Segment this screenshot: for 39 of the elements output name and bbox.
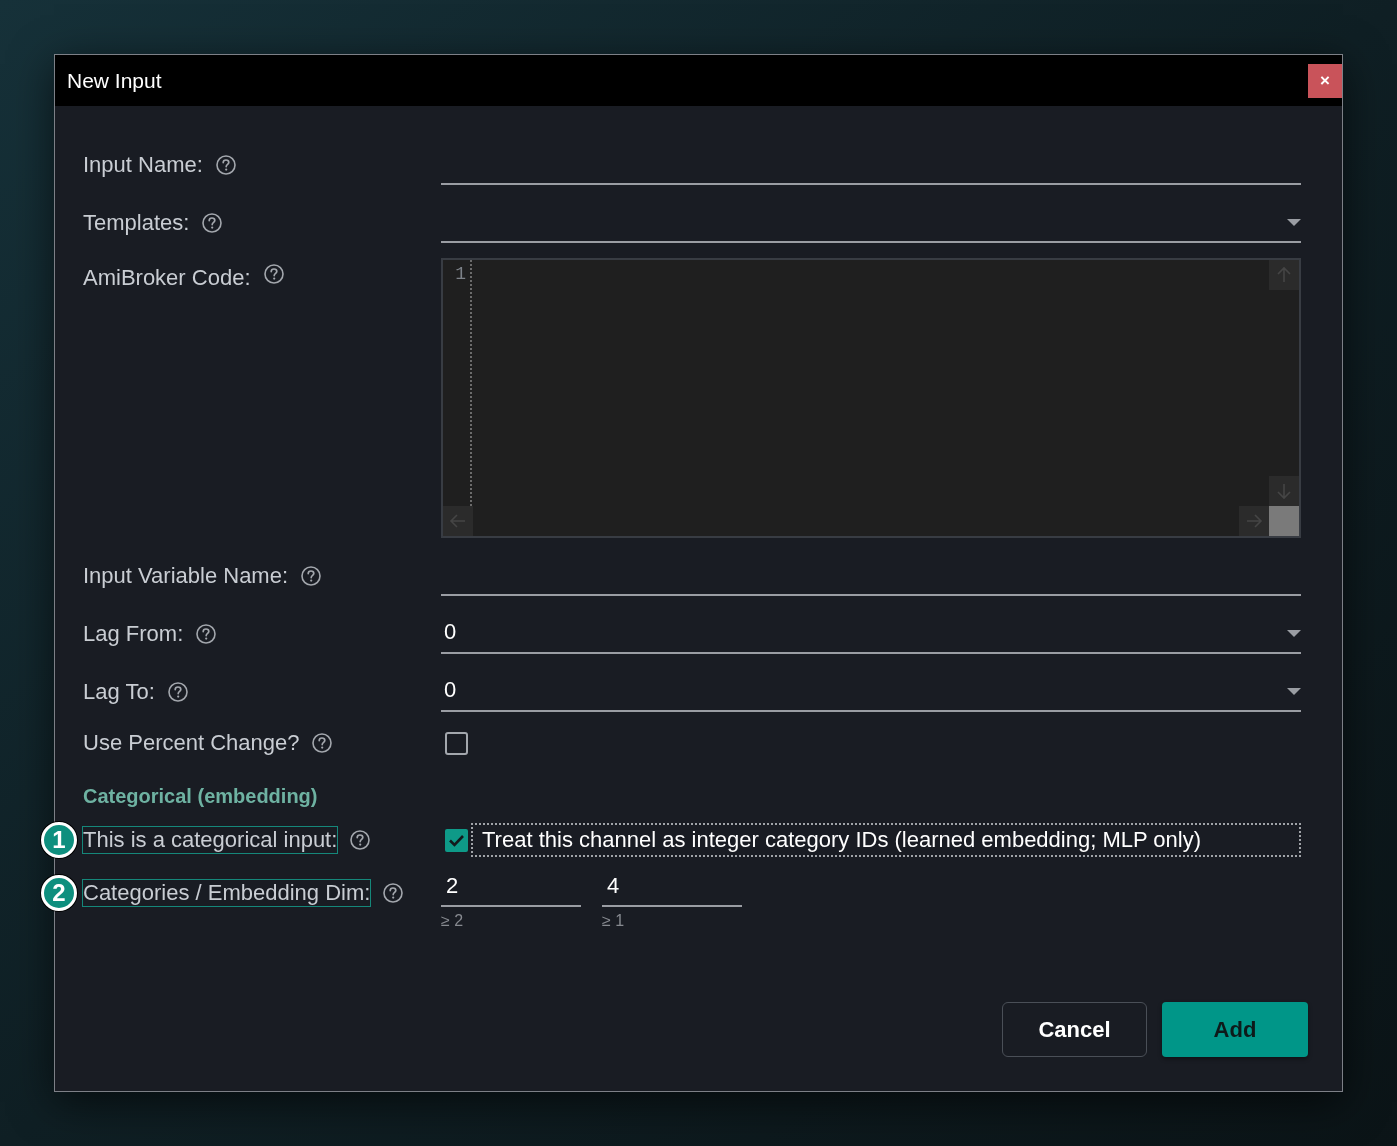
help-icon[interactable] [350, 830, 371, 850]
add-button[interactable]: Add [1162, 1002, 1308, 1057]
help-icon[interactable] [215, 155, 236, 175]
help-icon[interactable] [202, 213, 223, 233]
line-number: 1 [455, 263, 466, 286]
help-icon[interactable] [383, 883, 404, 903]
help-icon[interactable] [263, 264, 284, 284]
field-label: This is a categorical input: [82, 826, 339, 854]
caret-down-icon [1287, 630, 1301, 637]
field-label: Input Name: [82, 151, 204, 179]
field-hint: ≥ 1 [602, 911, 625, 931]
section-heading: Categorical (embedding) [83, 784, 318, 809]
callout-badge: 2 [41, 875, 77, 911]
field-label: Templates: [82, 209, 191, 237]
number-input[interactable]: 2 [441, 873, 581, 907]
dropdown-field[interactable]: 0 [441, 672, 1301, 712]
field-label: Lag From: [82, 620, 185, 648]
close-button[interactable]: × [1308, 63, 1342, 98]
number-input[interactable]: 4 [602, 873, 742, 907]
help-icon[interactable] [301, 566, 322, 586]
window-title: New Input [67, 67, 162, 94]
cancel-button[interactable]: Cancel [1002, 1002, 1147, 1057]
field-label: Input Variable Name: [82, 562, 290, 590]
checkbox[interactable] [445, 828, 468, 852]
help-icon[interactable] [167, 682, 188, 702]
dropdown-field[interactable]: 0 [441, 614, 1301, 654]
field-label: AmiBroker Code: [82, 264, 252, 292]
field-label: Categories / Embedding Dim: [82, 879, 372, 907]
help-icon[interactable] [196, 624, 217, 644]
scrollbar-corner [1269, 506, 1299, 536]
field-label: Lag To: [82, 678, 156, 706]
field-label: Use Percent Change? [82, 729, 301, 757]
checkbox-label[interactable]: Treat this channel as integer category IDs (learned embedding; MLP only) [471, 823, 1301, 857]
callout-badge: 1 [41, 822, 77, 858]
checkbox[interactable] [445, 731, 468, 755]
help-icon[interactable] [312, 733, 333, 753]
caret-down-icon [1287, 688, 1301, 695]
caret-down-icon [1287, 219, 1301, 226]
field-hint: ≥ 2 [441, 911, 464, 931]
